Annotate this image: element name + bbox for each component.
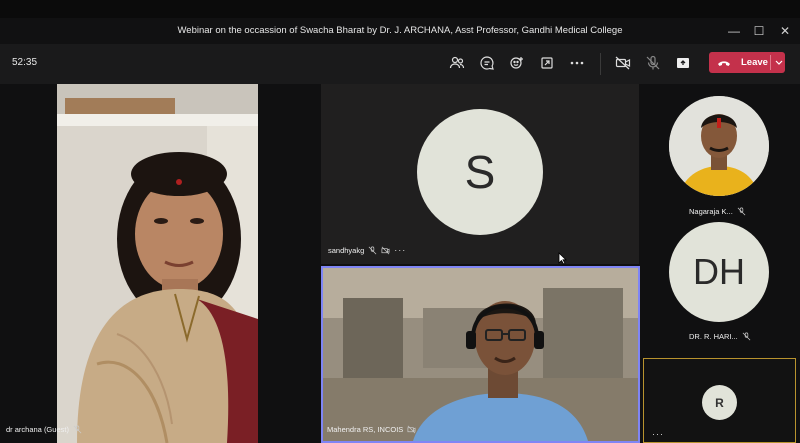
participant-more-button[interactable]: ···	[394, 245, 406, 255]
video-tile-mahendra[interactable]	[321, 266, 640, 443]
hang-up-icon	[717, 52, 733, 73]
video-stage: dr archana (Guest) S sandhyakg ··· Mahen…	[0, 84, 800, 443]
meeting-timer: 52:35	[12, 57, 38, 68]
window-title-bar: Webinar on the occassion of Swacha Bhara…	[0, 18, 800, 44]
video-tile-archana[interactable]	[57, 84, 258, 443]
mic-off-icon	[742, 332, 751, 341]
participant-name: Nagaraja K...	[689, 207, 733, 216]
avatar-hari[interactable]: DH	[669, 222, 769, 322]
people-icon[interactable]	[446, 52, 468, 74]
name-tag-mahendra: Mahendra RS, INCOIS	[327, 425, 416, 434]
leave-label: Leave	[741, 57, 768, 68]
participant-photo-nagaraja	[669, 96, 769, 196]
participant-video-archana	[57, 84, 258, 443]
name-tag-archana: dr archana (Guest)	[6, 425, 82, 434]
mic-off-icon	[737, 207, 746, 216]
name-tag-hari: DR. R. HARI...	[689, 332, 751, 341]
minimize-button[interactable]: —	[724, 22, 744, 40]
name-tag-nagaraja: Nagaraja K...	[689, 207, 746, 216]
camera-off-icon	[381, 246, 390, 254]
mic-off-icon	[368, 246, 377, 254]
participant-video-mahendra	[323, 268, 638, 441]
mouse-cursor-icon	[558, 252, 567, 265]
close-button[interactable]: ✕	[775, 22, 795, 40]
share-screen-icon[interactable]	[672, 52, 694, 74]
leave-button[interactable]: Leave	[709, 52, 785, 73]
reactions-icon[interactable]	[506, 52, 528, 74]
chat-icon[interactable]	[476, 52, 498, 74]
avatar-sandhyakg: S	[417, 109, 543, 235]
participant-name: sandhyakg	[328, 245, 365, 255]
participant-name: Mahendra RS, INCOIS	[327, 425, 404, 434]
mic-off-icon[interactable]	[642, 52, 664, 74]
window-title: Webinar on the occassion of Swacha Bhara…	[177, 25, 623, 36]
meeting-toolbar: 52:35	[0, 44, 800, 84]
video-tile-r[interactable]: R ···	[643, 358, 796, 443]
more-icon[interactable]	[566, 52, 588, 74]
leave-divider	[770, 55, 771, 70]
participant-more-button[interactable]: ···	[652, 429, 664, 439]
avatar-r: R	[702, 385, 737, 420]
participant-name: DR. R. HARI...	[689, 332, 738, 341]
chevron-down-icon[interactable]	[773, 55, 785, 70]
participant-name: dr archana (Guest)	[6, 425, 69, 434]
toolbar-divider	[600, 53, 601, 75]
avatar-nagaraja[interactable]	[669, 96, 769, 196]
video-tile-sandhyakg[interactable]: S	[321, 84, 639, 264]
name-tag-sandhyakg: sandhyakg ···	[328, 245, 406, 255]
camera-off-icon	[407, 425, 416, 434]
mic-off-icon	[73, 425, 82, 434]
camera-off-icon[interactable]	[612, 52, 634, 74]
share-tray-icon[interactable]	[536, 52, 558, 74]
maximize-button[interactable]: ☐	[749, 22, 769, 40]
